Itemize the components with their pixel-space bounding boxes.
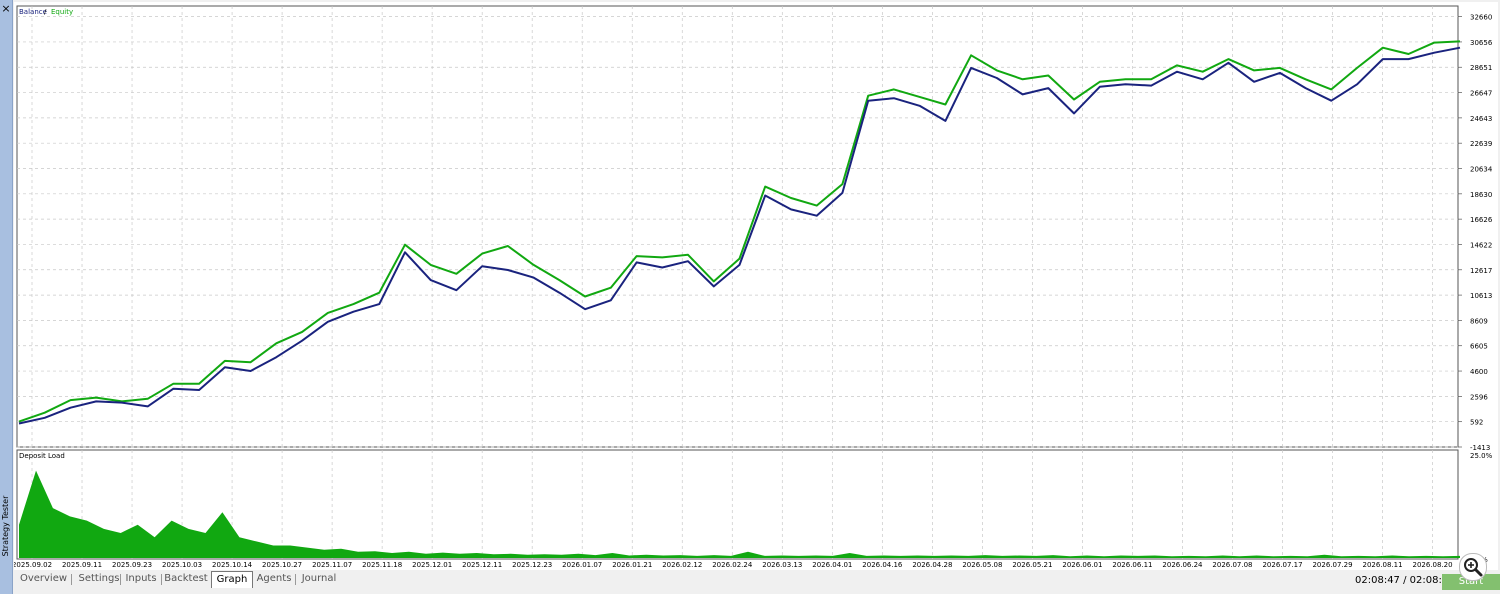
zoom-icon <box>1464 558 1483 577</box>
close-icon[interactable]: × <box>0 2 12 16</box>
x-tick-label: 2025.09.02 <box>14 561 52 569</box>
tab-overview[interactable]: Overview <box>17 571 70 587</box>
tab-inputs[interactable]: Inputs <box>121 571 161 587</box>
x-axis: 2025.09.02 2025.09.11 2025.09.23 2025.10.03… <box>14 561 1453 569</box>
y-tick-label: 2596 <box>1470 393 1488 401</box>
y-tick-label: 28651 <box>1470 64 1492 72</box>
x-tick-label: 2026.02.24 <box>712 561 753 569</box>
strategy-tester-label: Strategy Tester <box>1 495 10 557</box>
y-tick-label: 8609 <box>1470 317 1488 325</box>
y-tick-label: 26647 <box>1470 90 1492 98</box>
x-tick-label: 2026.06.11 <box>1112 561 1152 569</box>
status-time: 02:08:47 / 02:08:54 <box>1355 575 1455 586</box>
chart-panel: 32660 30656 28651 26647 24643 22639 20634 18630… <box>14 2 1498 570</box>
y-tick-label: 30656 <box>1470 39 1493 47</box>
deposit-load-title: Deposit Load <box>19 452 65 460</box>
x-tick-label: 2025.12.23 <box>512 561 552 569</box>
y-tick-label: -1413 <box>1470 444 1490 452</box>
y-tick-label: 14622 <box>1470 241 1492 249</box>
x-tick-label: 2026.07.29 <box>1312 561 1352 569</box>
x-tick-label: 2026.01.07 <box>562 561 602 569</box>
x-tick-label: 2026.02.12 <box>662 561 702 569</box>
x-tick-label: 2026.05.21 <box>1012 561 1052 569</box>
x-tick-label: 2026.06.24 <box>1162 561 1203 569</box>
x-tick-label: 2026.04.01 <box>812 561 852 569</box>
x-tick-label: 2026.01.21 <box>612 561 652 569</box>
y-tick-label: 24643 <box>1470 115 1492 123</box>
y-tick-label: 32660 <box>1470 14 1492 22</box>
y-tick-label: 20634 <box>1470 166 1493 174</box>
y-tick-label: 12617 <box>1470 267 1492 275</box>
x-tick-label: 2026.08.20 <box>1413 561 1453 569</box>
x-tick-label: 2025.09.11 <box>62 561 102 569</box>
x-tick-label: 2025.10.03 <box>162 561 202 569</box>
x-tick-label: 2025.11.18 <box>362 561 402 569</box>
y-tick-label: 10613 <box>1470 292 1492 300</box>
x-tick-label: 2026.08.11 <box>1362 561 1402 569</box>
legend-balance: Balance <box>19 8 47 16</box>
deposit-load-ytick-top: 25.0% <box>1470 452 1493 460</box>
tab-bar: Overview Settings Inputs Backtest Graph … <box>14 571 1500 589</box>
tab-agents[interactable]: Agents <box>254 571 294 587</box>
tab-separator <box>71 574 72 585</box>
y-tick-label: 18630 <box>1470 191 1492 199</box>
tab-backtest[interactable]: Backtest <box>162 571 210 587</box>
x-tick-label: 2025.12.11 <box>462 561 502 569</box>
x-tick-label: 2025.12.01 <box>412 561 452 569</box>
chart-svg: 32660 30656 28651 26647 24643 22639 20634 18630… <box>14 5 1493 569</box>
tab-graph[interactable]: Graph <box>211 571 253 588</box>
x-tick-label: 2026.03.13 <box>762 561 802 569</box>
x-tick-label: 2026.07.17 <box>1262 561 1302 569</box>
tab-settings[interactable]: Settings <box>73 571 125 587</box>
main-y-axis: 32660 30656 28651 26647 24643 22639 20634 18630… <box>1458 14 1493 452</box>
x-tick-label: 2025.10.14 <box>212 561 253 569</box>
x-tick-label: 2026.05.08 <box>962 561 1002 569</box>
y-tick-label: 6605 <box>1470 343 1488 351</box>
y-tick-label: 592 <box>1470 419 1483 427</box>
y-tick-label: 22639 <box>1470 140 1492 148</box>
side-panel-bar: × Strategy Tester <box>0 0 13 594</box>
x-tick-label: 2025.09.23 <box>112 561 152 569</box>
x-tick-label: 2026.06.01 <box>1062 561 1102 569</box>
x-tick-label: 2026.04.28 <box>912 561 952 569</box>
y-tick-label: 16626 <box>1470 216 1493 224</box>
legend-equity: Equity <box>51 8 73 16</box>
x-tick-label: 2025.10.27 <box>262 561 302 569</box>
tab-separator <box>295 574 296 585</box>
y-tick-label: 4600 <box>1470 368 1488 376</box>
x-tick-label: 2026.04.16 <box>862 561 903 569</box>
x-tick-label: 2025.11.07 <box>312 561 352 569</box>
x-tick-label: 2026.07.08 <box>1212 561 1252 569</box>
zoom-button[interactable] <box>1459 553 1487 581</box>
tab-journal[interactable]: Journal <box>297 571 341 587</box>
